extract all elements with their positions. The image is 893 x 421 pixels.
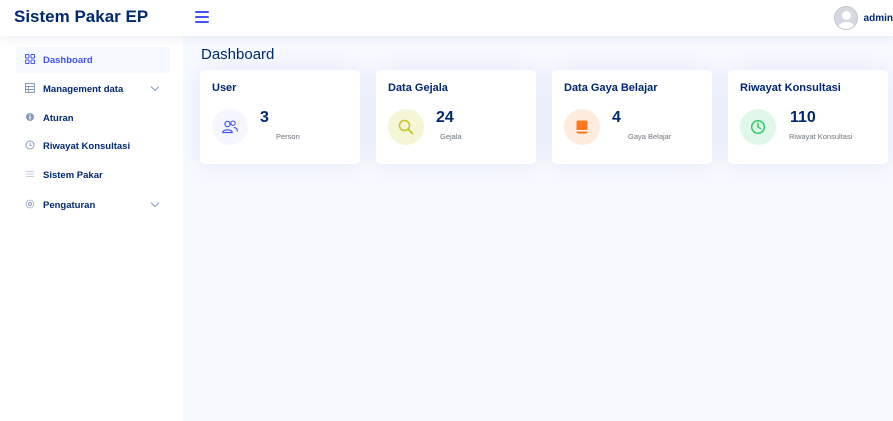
sidebar-item-pengaturan[interactable]: Pengaturan [16,192,170,218]
user-count: 3 [260,109,269,126]
user-profile-dropdown[interactable]: admin [833,5,893,31]
sidebar-item-label: Aturan [43,112,74,124]
sidebar-item-sistem-pakar[interactable]: Sistem Pakar [16,162,170,188]
card-caption: Gejala [440,132,462,141]
konsultasi-count: 110 [790,109,816,126]
user-card[interactable]: User 3 Person [200,70,360,164]
top-header: Sistem Pakar EP admin [0,0,893,36]
gear-icon [24,199,36,211]
user-name: admin [863,12,893,24]
card-title: User [212,82,237,94]
gaya-belajar-count: 4 [612,109,621,126]
book-icon [564,109,600,145]
sidebar-item-label: Sistem Pakar [43,169,103,181]
sidebar-item-dashboard[interactable]: Dashboard [16,47,170,73]
list-icon [24,169,36,181]
card-title: Riwayat Konsultasi [740,82,841,94]
sidebar-item-management-data[interactable]: Management data [16,76,170,102]
table-icon [24,83,36,95]
avatar [833,6,858,30]
clock-icon [24,140,36,152]
info-icon [24,112,36,124]
sidebar-item-label: Pengaturan [43,199,96,211]
chevron-down-icon [150,198,160,208]
brand-logo[interactable]: Sistem Pakar EP [14,7,148,27]
sidebar-item-label: Dashboard [43,54,93,66]
sidebar-item-label: Management data [43,83,124,95]
data-gejala-card[interactable]: Data Gejala 24 Gejala [376,70,536,164]
card-title: Data Gaya Belajar [564,82,658,94]
card-caption: Riwayat Konsultasi [789,132,853,141]
card-caption: Person [276,132,300,141]
data-gaya-belajar-card[interactable]: Data Gaya Belajar 4 Gaya Belajar [552,70,712,164]
card-title: Data Gejala [388,82,448,94]
search-icon [388,109,424,145]
sidebar-item-label: Riwayat Konsultasi [43,140,131,152]
sidebar: Dashboard Management data Aturan Riwayat… [0,36,183,421]
clock-icon [740,109,776,145]
sidebar-toggle-icon[interactable] [195,11,209,23]
page-title: Dashboard [201,46,275,63]
riwayat-konsultasi-card[interactable]: Riwayat Konsultasi 110 Riwayat Konsultas… [728,70,888,164]
grid-icon [24,54,36,66]
sidebar-item-aturan[interactable]: Aturan [16,105,170,131]
chevron-down-icon [150,82,160,92]
card-caption: Gaya Belajar [628,132,672,141]
sidebar-item-riwayat-konsultasi[interactable]: Riwayat Konsultasi [16,133,170,159]
gejala-count: 24 [436,109,454,126]
people-icon [212,109,248,145]
